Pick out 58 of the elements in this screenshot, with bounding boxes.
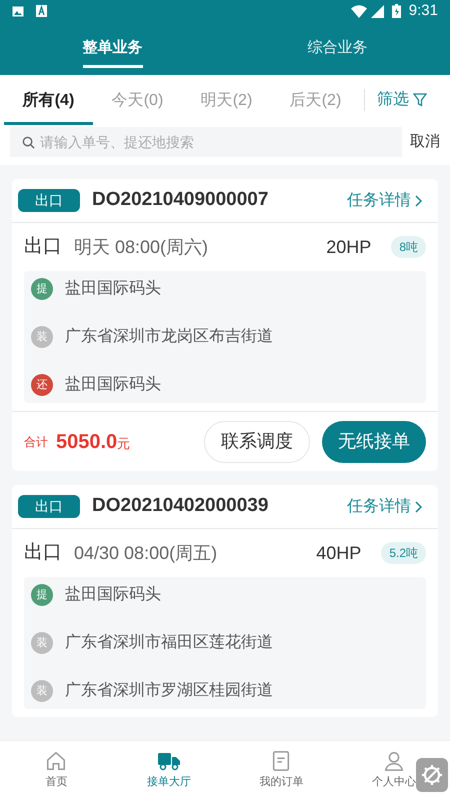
- stop-badge: 提: [31, 584, 53, 606]
- contact-dispatch-button[interactable]: 联系调度: [204, 420, 310, 462]
- filter-icon: [413, 93, 427, 107]
- weight-badge: 8吨: [391, 236, 426, 258]
- filter-tab[interactable]: 明天(2): [182, 75, 271, 125]
- search-icon: [22, 136, 35, 149]
- order-number: DO20210402000039: [92, 494, 268, 518]
- container-size: 40HP: [316, 542, 362, 564]
- image-icon: [12, 6, 24, 16]
- stop-address: 广东省深圳市龙岗区布吉街道: [65, 326, 273, 347]
- task-details-link[interactable]: 任务详情: [347, 494, 422, 518]
- cancel-button[interactable]: 取消: [410, 130, 440, 154]
- direction-label: 出口: [24, 540, 62, 565]
- stop-badge: 提: [31, 278, 53, 300]
- weight-badge: 5.2吨: [381, 542, 426, 564]
- home-icon: [45, 750, 68, 772]
- container-size: 20HP: [326, 236, 372, 258]
- chevron-right-icon: [415, 500, 422, 512]
- accept-order-button[interactable]: 无纸接单: [322, 420, 426, 462]
- stop-address: 广东省深圳市罗湖区桂园街道: [65, 680, 273, 701]
- task-details-link[interactable]: 任务详情: [347, 188, 422, 212]
- stop-address: 盐田国际码头: [65, 584, 161, 605]
- order-number: DO20210409000007: [92, 188, 268, 212]
- stop-badge: 装: [31, 632, 53, 654]
- nav-tab[interactable]: 首页: [0, 741, 112, 800]
- filter-button[interactable]: 筛选: [377, 88, 427, 112]
- direction-label: 出口: [24, 234, 62, 259]
- type-badge: 出口: [18, 189, 80, 212]
- type-badge: 出口: [18, 495, 80, 518]
- nav-tab[interactable]: 个人中心: [338, 741, 450, 800]
- stop-badge: 还: [31, 374, 53, 396]
- truck-icon: [156, 750, 181, 772]
- top-tab[interactable]: 整单业务: [82, 28, 142, 68]
- filter-tab[interactable]: 后天(2): [271, 75, 360, 125]
- pickup-time: 04/30 08:00(周五): [74, 542, 218, 565]
- nav-tab[interactable]: 我的订单: [225, 741, 338, 800]
- pickup-time: 明天 08:00(周六): [74, 236, 208, 259]
- user-icon: [382, 750, 405, 772]
- wifi-icon: [350, 4, 367, 18]
- stop-address: 广东省深圳市福田区莲花街道: [65, 632, 273, 653]
- stop-address: 盐田国际码头: [65, 278, 161, 299]
- status-time: 9:31: [408, 0, 438, 21]
- stop-badge: 装: [31, 326, 53, 348]
- stop-address: 盐田国际码头: [65, 374, 161, 395]
- currency-label: 元: [117, 434, 130, 453]
- top-tab[interactable]: 综合业务: [308, 28, 368, 68]
- font-icon: [36, 5, 47, 17]
- total-label: 合计: [24, 434, 48, 450]
- filter-tab[interactable]: 今天(0): [93, 75, 182, 125]
- battery-icon: [392, 4, 401, 18]
- search-field[interactable]: 请输入单号、提还地搜索: [10, 127, 402, 157]
- settings-button[interactable]: [416, 758, 448, 792]
- settings-icon: [420, 763, 444, 787]
- total-amount: 5050.0: [56, 430, 118, 454]
- signal-icon: [370, 4, 384, 18]
- stop-badge: 装: [31, 680, 53, 702]
- chevron-right-icon: [415, 194, 422, 206]
- nav-tab[interactable]: 接单大厅: [112, 741, 225, 800]
